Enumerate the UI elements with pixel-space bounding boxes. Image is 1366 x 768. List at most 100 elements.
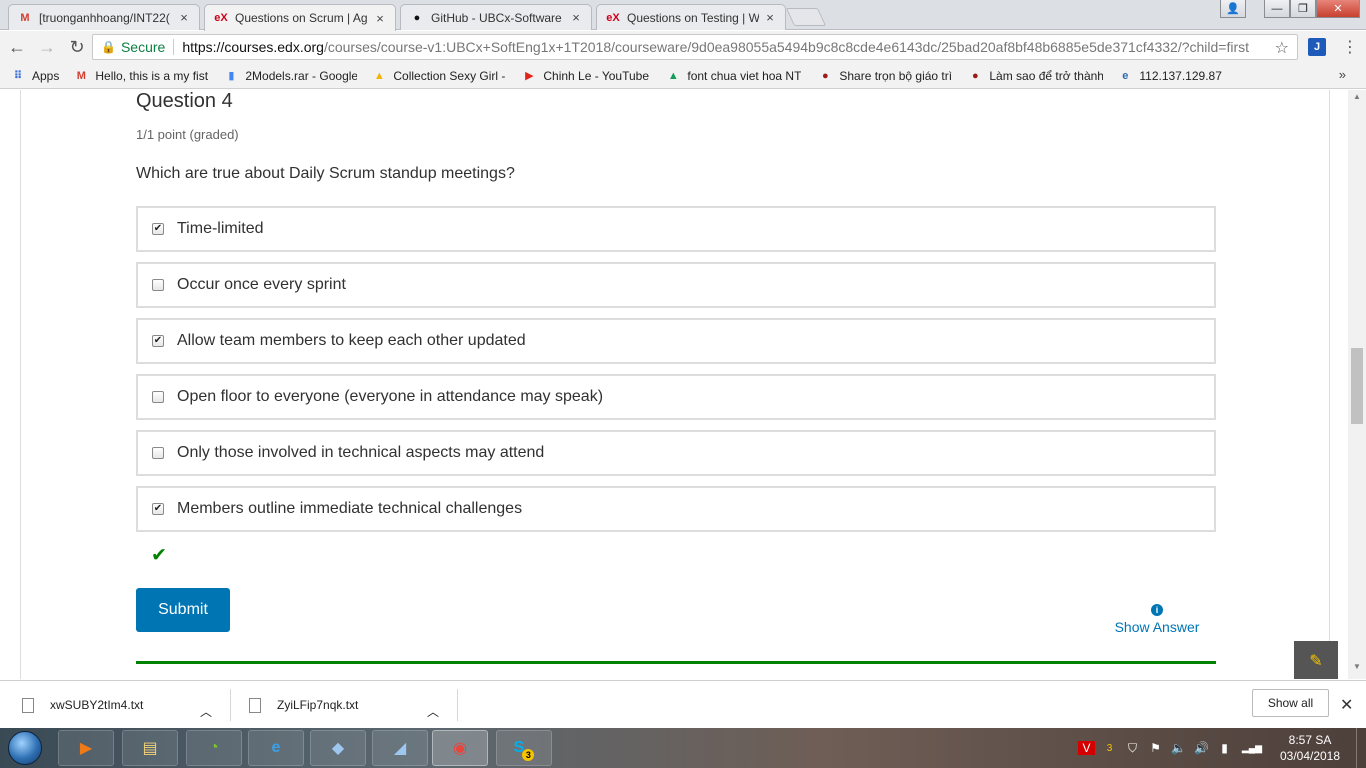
system-tray: V 3 ⛉ ⚑ 🔈 🔊 ▮ ▂▄▆ xyxy=(1078,738,1265,758)
bookmark-item[interactable]: ▶ Chinh Le - YouTube xyxy=(521,68,651,84)
vivaldi-icon[interactable]: V xyxy=(1078,741,1095,755)
bookmark-item[interactable]: ▮ 2Models.rar - Google xyxy=(223,68,357,84)
close-tab-icon[interactable]: × xyxy=(177,10,191,25)
bookmark-label: Hello, this is a my fist xyxy=(95,68,209,83)
info-icon: i xyxy=(1151,604,1163,616)
doc-icon: ▮ xyxy=(228,70,235,82)
bookmark-label: font chua viet hoa NT xyxy=(687,68,802,83)
more-bookmarks-icon[interactable]: » xyxy=(1339,67,1346,82)
download-item[interactable]: ZyiLFip7nqk.txt xyxy=(249,689,358,721)
checkbox[interactable] xyxy=(152,391,164,403)
bookmark-star-icon[interactable]: ☆ xyxy=(1275,38,1289,58)
checkbox[interactable]: ✔ xyxy=(152,503,164,515)
user-profile-icon[interactable]: 👤 xyxy=(1220,0,1246,18)
file-explorer-icon[interactable]: ▤ xyxy=(122,730,178,766)
bookmark-label: Share trọn bộ giáo trì xyxy=(839,68,953,83)
start-button[interactable] xyxy=(8,731,42,765)
choice-option[interactable]: Only those involved in technical aspects… xyxy=(136,430,1216,476)
bookmark-item[interactable]: ▲ font chua viet hoa NT xyxy=(665,68,803,84)
question-title: Question 4 xyxy=(136,90,233,112)
choice-option[interactable]: ✔ Members outline immediate technical ch… xyxy=(136,486,1216,532)
close-tab-icon[interactable]: × xyxy=(373,11,387,26)
skype-icon[interactable]: S 3 xyxy=(496,730,552,766)
signal-icon[interactable]: ▂▄▆ xyxy=(1239,743,1265,754)
scrollbar-thumb[interactable] xyxy=(1351,348,1363,424)
tab-title: Questions on Testing | W xyxy=(627,10,759,25)
choice-label: Open floor to everyone (everyone in atte… xyxy=(177,388,604,405)
browser-toolbar: ← → ↻ 🔒 Secure https://courses.edx.org/c… xyxy=(0,31,1366,63)
checkbox[interactable] xyxy=(152,447,164,459)
scroll-up-icon[interactable]: ▲ xyxy=(1348,92,1366,106)
tab-github[interactable]: ● GitHub - UBCx-Software × xyxy=(400,4,592,30)
show-all-downloads-button[interactable]: Show all xyxy=(1252,689,1329,717)
bookmark-item[interactable]: ● Share trọn bộ giáo trì xyxy=(817,68,953,84)
address-bar[interactable]: 🔒 Secure https://courses.edx.org/courses… xyxy=(92,34,1298,60)
bookmark-item[interactable]: ▲ Collection Sexy Girl - xyxy=(371,68,507,84)
shield-icon[interactable]: ⛉ xyxy=(1124,741,1141,756)
network-icon[interactable]: ▮ xyxy=(1216,741,1233,755)
bookmark-label: Làm sao để trở thành xyxy=(989,68,1104,83)
pencil-icon[interactable]: ✎ xyxy=(1294,641,1338,679)
download-filename: ZyiLFip7nqk.txt xyxy=(277,698,359,712)
system-clock[interactable]: 8:57 SA 03/04/2018 xyxy=(1272,732,1348,764)
chrome-icon[interactable]: ◉ xyxy=(432,730,488,766)
bookmark-label: 2Models.rar - Google xyxy=(245,68,358,83)
tab-questions-on-testing[interactable]: eX Questions on Testing | W × xyxy=(596,4,786,30)
bookmark-item[interactable]: M Hello, this is a my fist xyxy=(73,68,209,84)
back-arrow-icon[interactable]: ← xyxy=(4,34,30,60)
forward-arrow-icon[interactable]: → xyxy=(34,34,60,60)
question-points: 1/1 point (graded) xyxy=(136,127,239,142)
bookmark-label: 112.137.129.87 xyxy=(1139,68,1222,83)
new-tab-button[interactable] xyxy=(785,8,827,26)
close-downloads-icon[interactable]: ✕ xyxy=(1340,695,1353,715)
download-divider xyxy=(457,689,458,721)
app-green-icon[interactable]: ◔ xyxy=(186,730,242,766)
volume-icon[interactable]: 🔈 xyxy=(1170,741,1187,755)
chevron-up-icon[interactable]: ︿ xyxy=(200,695,212,727)
show-desktop-button[interactable] xyxy=(1356,728,1366,768)
show-answer-label: Show Answer xyxy=(1114,619,1200,635)
page-scrollbar[interactable]: ▲ ▼ xyxy=(1348,90,1366,679)
mysql-workbench-icon[interactable]: ◢ xyxy=(372,730,428,766)
page-content: Question 4 1/1 point (graded) Which are … xyxy=(0,90,1348,679)
bookmark-label: Chinh Le - YouTube xyxy=(543,68,649,83)
checkbox[interactable]: ✔ xyxy=(152,335,164,347)
checkbox[interactable]: ✔ xyxy=(152,223,164,235)
reload-icon[interactable]: ↻ xyxy=(64,34,90,60)
bookmark-item[interactable]: e 112.137.129.87 xyxy=(1117,68,1222,84)
close-tab-icon[interactable]: × xyxy=(763,10,777,25)
clock-date: 03/04/2018 xyxy=(1279,749,1341,763)
bookmark-apps[interactable]: ⠿ Apps xyxy=(10,68,60,84)
checkbox[interactable] xyxy=(152,279,164,291)
submit-button[interactable]: Submit xyxy=(136,588,230,632)
close-window-button[interactable]: ✕ xyxy=(1316,0,1360,18)
virtualbox-icon[interactable]: ◆ xyxy=(310,730,366,766)
edx-icon: eX xyxy=(606,11,620,24)
choice-option[interactable]: ✔ Allow team members to keep each other … xyxy=(136,318,1216,364)
close-tab-icon[interactable]: × xyxy=(569,10,583,25)
extension-icon[interactable]: J xyxy=(1308,38,1326,56)
section-divider xyxy=(136,661,1216,664)
flag-icon[interactable]: ⚑ xyxy=(1147,741,1164,755)
browser-menu-icon[interactable]: ⋮ xyxy=(1342,37,1358,57)
bookmark-item[interactable]: ● Làm sao để trở thành xyxy=(967,68,1103,84)
download-item[interactable]: xwSUBY2tIm4.txt xyxy=(22,689,143,721)
github-icon: ● xyxy=(413,11,421,24)
choice-option[interactable]: Occur once every sprint xyxy=(136,262,1216,308)
tab-questions-on-scrum[interactable]: eX Questions on Scrum | Ag × xyxy=(204,4,396,31)
maximize-button[interactable]: ❐ xyxy=(1290,0,1316,18)
choice-option[interactable]: Open floor to everyone (everyone in atte… xyxy=(136,374,1216,420)
url-path: /courses/course-v1:UBCx+SoftEng1x+1T2018… xyxy=(323,39,1250,55)
bookmark-label: Collection Sexy Girl - xyxy=(393,68,506,83)
choice-option[interactable]: ✔ Time-limited xyxy=(136,206,1216,252)
internet-explorer-icon[interactable]: e xyxy=(248,730,304,766)
scroll-down-icon[interactable]: ▼ xyxy=(1348,662,1366,676)
bookmarks-bar: ⠿ Apps M Hello, this is a my fist ▮ 2Mod… xyxy=(0,63,1366,89)
media-player-icon[interactable]: ▶ xyxy=(58,730,114,766)
show-answer-button[interactable]: i Show Answer xyxy=(1108,600,1206,635)
minimize-button[interactable]: — xyxy=(1264,0,1290,18)
tab-gmail[interactable]: M [truonganhhoang/INT22( × xyxy=(8,4,200,30)
choice-label: Only those involved in technical aspects… xyxy=(177,444,545,461)
sound-icon[interactable]: 🔊 xyxy=(1193,741,1210,755)
chevron-up-icon[interactable]: ︿ xyxy=(427,695,439,727)
